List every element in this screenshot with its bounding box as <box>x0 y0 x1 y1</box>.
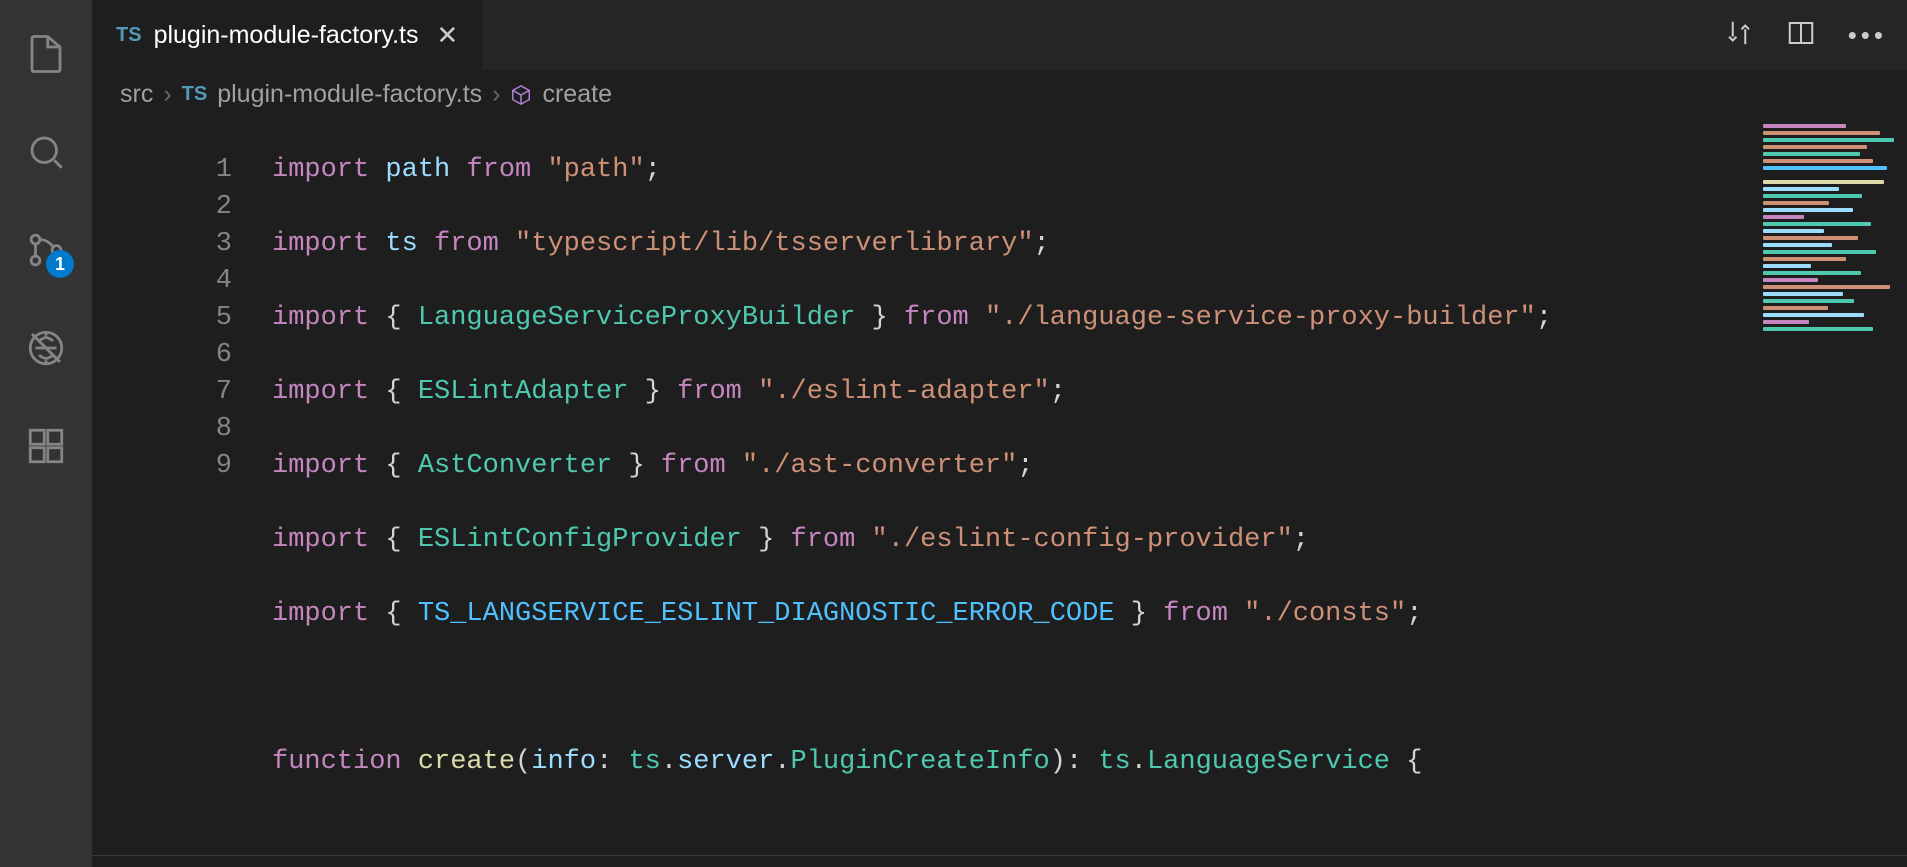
panel-tabs: PROBLEMS 1 OUTPUT DEBUG CONSOLE TERMINAL… <box>92 856 1907 867</box>
breadcrumb-file[interactable]: plugin-module-factory.ts <box>217 80 482 109</box>
scm-badge: 1 <box>46 250 74 278</box>
tab-filename: plugin-module-factory.ts <box>154 21 419 50</box>
breadcrumbs[interactable]: src › TS plugin-module-factory.ts › crea… <box>92 70 1907 115</box>
problems-panel: PROBLEMS 1 OUTPUT DEBUG CONSOLE TERMINAL… <box>92 855 1907 867</box>
explorer-icon[interactable] <box>22 30 70 78</box>
code-content[interactable]: import path from "path"; import ts from … <box>272 115 1907 855</box>
chevron-right-icon: › <box>492 80 500 109</box>
editor-tab[interactable]: TS plugin-module-factory.ts ✕ <box>92 0 483 70</box>
breadcrumb-root[interactable]: src <box>120 80 153 109</box>
editor-main: TS plugin-module-factory.ts ✕ ••• src › … <box>92 0 1907 867</box>
split-editor-icon[interactable] <box>1786 18 1816 53</box>
more-actions-icon[interactable]: ••• <box>1848 20 1887 51</box>
minimap[interactable] <box>1757 115 1907 855</box>
extensions-icon[interactable] <box>22 422 70 470</box>
line-number-gutter: 123456789 <box>92 115 272 855</box>
compare-changes-icon[interactable] <box>1724 18 1754 53</box>
typescript-lang-icon: TS <box>116 24 142 47</box>
close-icon[interactable]: ✕ <box>437 20 459 51</box>
symbol-method-icon <box>510 84 532 106</box>
debug-icon[interactable] <box>22 324 70 372</box>
activity-bar: 1 <box>0 0 92 867</box>
search-icon[interactable] <box>22 128 70 176</box>
tab-bar: TS plugin-module-factory.ts ✕ ••• <box>92 0 1907 70</box>
breadcrumb-symbol[interactable]: create <box>542 80 611 109</box>
source-control-icon[interactable]: 1 <box>22 226 70 274</box>
typescript-lang-icon: TS <box>182 83 208 106</box>
editor-toolbar: ••• <box>1724 0 1887 70</box>
editor[interactable]: 123456789 import path from "path"; impor… <box>92 115 1907 855</box>
chevron-right-icon: › <box>163 80 171 109</box>
